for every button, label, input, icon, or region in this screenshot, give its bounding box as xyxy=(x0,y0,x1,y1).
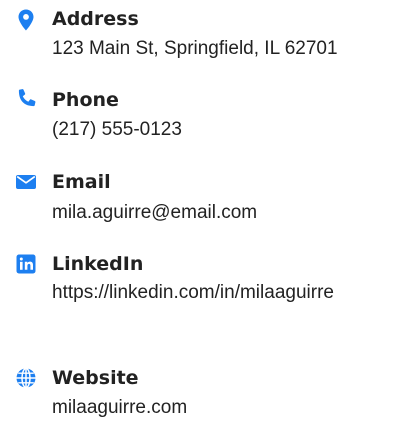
website-label: Website xyxy=(52,367,139,389)
linkedin-icon xyxy=(14,252,38,276)
linkedin-value: https://linkedin.com/in/milaaguirre xyxy=(52,282,334,303)
envelope-icon xyxy=(14,170,38,194)
address-label: Address xyxy=(52,8,139,30)
contact-item-linkedin: LinkedIn https://linkedin.com/in/milaagu… xyxy=(0,246,407,358)
contact-item-address: Address 123 Main St, Springfield, IL 627… xyxy=(0,0,407,80)
website-value: milaaguirre.com xyxy=(52,397,188,418)
map-pin-icon xyxy=(14,8,38,32)
address-value: 123 Main St, Springfield, IL 62701 xyxy=(52,38,338,59)
phone-value: (217) 555-0123 xyxy=(52,119,182,140)
email-label: Email xyxy=(52,171,111,193)
contact-list: Address 123 Main St, Springfield, IL 627… xyxy=(0,0,407,421)
globe-icon xyxy=(14,366,38,390)
contact-item-email: Email mila.aguirre@email.com xyxy=(0,164,407,244)
linkedin-label: LinkedIn xyxy=(52,253,144,275)
contact-item-phone: Phone (217) 555-0123 xyxy=(0,82,407,162)
email-value: mila.aguirre@email.com xyxy=(52,202,258,223)
phone-label: Phone xyxy=(52,89,119,111)
phone-icon xyxy=(14,87,38,111)
contact-item-website: Website milaaguirre.com xyxy=(0,360,407,420)
